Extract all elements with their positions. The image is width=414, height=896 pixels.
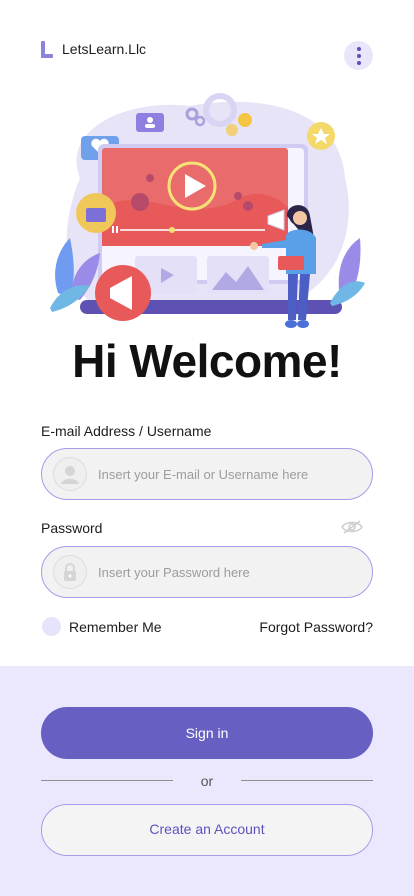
email-field[interactable]	[41, 448, 373, 500]
or-label: or	[200, 773, 214, 789]
eye-off-icon[interactable]	[341, 519, 363, 535]
more-menu-button[interactable]	[344, 41, 373, 70]
email-input[interactable]	[98, 466, 358, 482]
forgot-password-link[interactable]: Forgot Password?	[259, 619, 373, 635]
app-header: LetsLearn.Llc	[0, 0, 414, 100]
password-field[interactable]	[41, 546, 373, 598]
password-label: Password	[41, 520, 103, 536]
create-account-button[interactable]: Create an Account	[41, 804, 373, 856]
brand-name: LetsLearn.Llc	[62, 41, 147, 57]
online-learning-illustration	[50, 93, 365, 328]
divider-right	[241, 780, 373, 781]
sign-in-button[interactable]: Sign in	[41, 707, 373, 759]
more-vertical-icon	[356, 46, 361, 51]
lock-icon	[53, 555, 87, 589]
user-avatar-icon	[53, 457, 87, 491]
l-logo-icon	[41, 41, 53, 58]
welcome-title: Hi Welcome!	[72, 335, 342, 387]
remember-me-label[interactable]: Remember Me	[69, 619, 162, 635]
remember-me-checkbox[interactable]	[42, 617, 61, 636]
password-input[interactable]	[98, 564, 358, 580]
email-label: E-mail Address / Username	[41, 423, 212, 439]
